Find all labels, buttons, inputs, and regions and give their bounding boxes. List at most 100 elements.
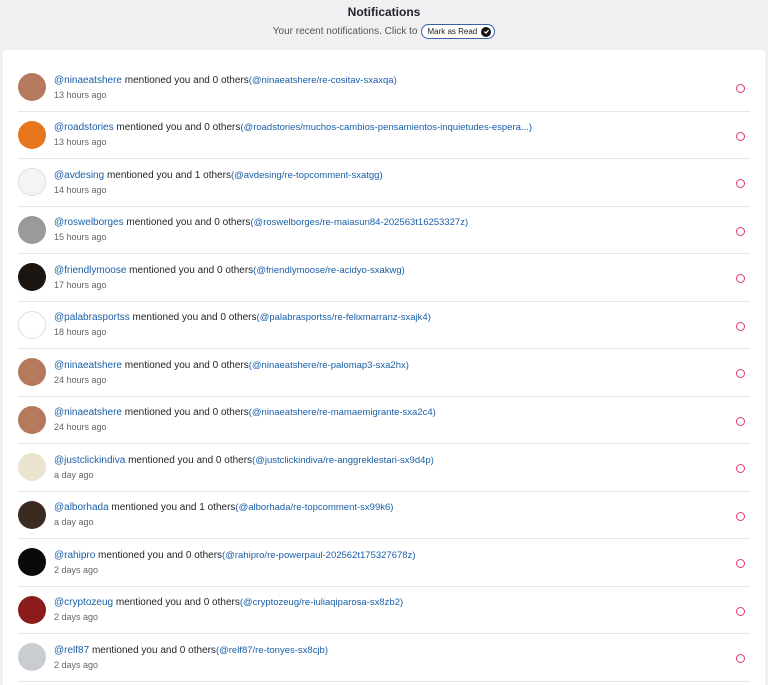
notifications-card: @ninaeatshere mentioned you and 0 others… (3, 50, 765, 685)
notification-post-link[interactable]: (@relf87/re-tonyes-sx8cjb) (216, 645, 328, 656)
notification-user-link[interactable]: @roadstories (54, 122, 114, 133)
notification-time: 2 days ago (54, 564, 99, 575)
notification-user-link[interactable]: @palabrasportss (54, 312, 130, 323)
notification-item[interactable]: @avdesing mentioned you and 1 others(@av… (18, 159, 750, 207)
mark-read-circle-icon[interactable] (736, 559, 745, 569)
notification-post-link[interactable]: (@justclickindiva/re-anggreklestari-sx9d… (252, 455, 434, 466)
mark-read-circle-icon[interactable] (736, 274, 745, 284)
notification-mention-text: mentioned you and 0 others (125, 454, 253, 466)
notification-text: @alborhada mentioned you and 1 others(@a… (54, 501, 393, 528)
notification-mention-text: mentioned you and 0 others (121, 407, 249, 419)
mark-read-circle-icon[interactable] (736, 464, 745, 474)
avatar[interactable] (18, 358, 46, 387)
notification-item[interactable]: @friendlymoose mentioned you and 0 other… (18, 254, 750, 302)
notification-mention-text: mentioned you and 0 others (121, 359, 249, 371)
mark-read-circle-icon[interactable] (736, 179, 745, 189)
page-header: Notifications Your recent notifications.… (0, 0, 768, 50)
avatar[interactable] (18, 168, 46, 197)
notification-text: @rahipro mentioned you and 0 others(@rah… (54, 549, 415, 576)
notification-user-link[interactable]: @alborhada (54, 502, 109, 513)
notification-item[interactable]: @relf87 mentioned you and 0 others(@relf… (18, 634, 750, 682)
mark-read-circle-icon[interactable] (736, 654, 745, 664)
notification-text: @roadstories mentioned you and 0 others(… (54, 121, 532, 148)
notification-time: 24 hours ago (54, 374, 107, 385)
notification-item[interactable]: @ninaeatshere mentioned you and 0 others… (18, 397, 750, 444)
mark-read-circle-icon[interactable] (736, 511, 745, 521)
avatar[interactable] (18, 595, 46, 624)
notification-message: @alborhada mentioned you and 1 others(@a… (54, 501, 393, 514)
notification-post-link[interactable]: (@alborhada/re-topcomment-sx99k6) (235, 502, 393, 513)
notification-message: @relf87 mentioned you and 0 others(@relf… (54, 644, 328, 657)
notification-user-link[interactable]: @friendlymoose (54, 265, 126, 276)
notification-user-link[interactable]: @cryptozeug (54, 597, 113, 608)
notification-message: @roadstories mentioned you and 0 others(… (54, 121, 532, 134)
notification-item[interactable]: @ninaeatshere mentioned you and 0 others… (18, 349, 750, 397)
notification-item[interactable]: @justclickindiva mentioned you and 0 oth… (18, 444, 750, 492)
notification-message: @avdesing mentioned you and 1 others(@av… (54, 169, 383, 182)
notification-item[interactable]: @palabrasportss mentioned you and 0 othe… (18, 302, 750, 349)
notification-user-link[interactable]: @roswelborges (54, 217, 124, 228)
notification-mention-text: mentioned you and 0 others (126, 264, 254, 276)
notification-mention-text: mentioned you and 1 others (104, 169, 231, 181)
notification-post-link[interactable]: (@friendlymoose/re-acidyo-sxakwg) (253, 265, 405, 276)
page-title: Notifications (347, 5, 421, 19)
notification-item[interactable]: @rahipro mentioned you and 0 others(@rah… (18, 539, 750, 587)
notification-mention-text: mentioned you and 1 others (108, 502, 236, 514)
notification-text: @cryptozeug mentioned you and 0 others(@… (54, 596, 403, 623)
notification-message: @ninaeatshere mentioned you and 0 others… (54, 406, 436, 419)
notification-user-link[interactable]: @ninaeatshere (54, 407, 122, 418)
notification-post-link[interactable]: (@palabrasportss/re-felixmarranz-sxajk4) (257, 312, 431, 323)
notification-item[interactable]: @roswelborges mentioned you and 0 others… (18, 207, 750, 254)
avatar[interactable] (18, 263, 46, 292)
avatar[interactable] (18, 120, 46, 149)
notification-time: a day ago (54, 517, 94, 528)
avatar[interactable] (18, 73, 46, 102)
notification-post-link[interactable]: (@cryptozeug/re-iuliaqiparosa-sx8zb2) (240, 597, 403, 608)
mark-read-circle-icon[interactable] (736, 84, 745, 94)
avatar[interactable] (18, 215, 46, 244)
mark-read-circle-icon[interactable] (736, 369, 745, 379)
notification-post-link[interactable]: (@rahipro/re-powerpaul-202562t175327678z… (222, 550, 415, 561)
notification-user-link[interactable]: @ninaeatshere (54, 75, 122, 86)
notification-text: @avdesing mentioned you and 1 others(@av… (54, 169, 383, 196)
notification-user-link[interactable]: @avdesing (54, 170, 104, 181)
notification-time: 13 hours ago (54, 89, 107, 100)
notification-user-link[interactable]: @rahipro (54, 550, 95, 561)
notification-text: @relf87 mentioned you and 0 others(@relf… (54, 644, 328, 671)
notification-user-link[interactable]: @justclickindiva (54, 455, 125, 466)
avatar[interactable] (18, 310, 46, 339)
notification-text: @ninaeatshere mentioned you and 0 others… (54, 74, 397, 101)
notification-item[interactable]: @cryptozeug mentioned you and 0 others(@… (18, 587, 750, 634)
avatar[interactable] (18, 500, 46, 529)
notification-user-link[interactable]: @relf87 (54, 645, 89, 656)
mark-read-circle-icon[interactable] (736, 321, 745, 331)
notification-item[interactable]: @alborhada mentioned you and 1 others(@a… (18, 492, 750, 539)
notification-text: @justclickindiva mentioned you and 0 oth… (54, 454, 434, 481)
mark-read-circle-icon[interactable] (736, 416, 745, 426)
mark-read-circle-icon[interactable] (736, 131, 745, 141)
notification-post-link[interactable]: (@avdesing/re-topcomment-sxatgg) (231, 170, 383, 181)
notification-time: 24 hours ago (54, 422, 107, 433)
notification-mention-text: mentioned you and 0 others (129, 312, 257, 324)
notification-post-link[interactable]: (@ninaeatshere/re-mamaemigrante-sxa2c4) (249, 407, 436, 418)
notification-message: @justclickindiva mentioned you and 0 oth… (54, 454, 434, 467)
notification-time: a day ago (54, 469, 94, 480)
notification-message: @roswelborges mentioned you and 0 others… (54, 216, 468, 229)
notification-item[interactable]: @roadstories mentioned you and 0 others(… (18, 112, 750, 159)
avatar[interactable] (18, 548, 46, 577)
notification-post-link[interactable]: (@roswelborges/re-maiasun84-202563t16253… (250, 217, 468, 228)
notification-user-link[interactable]: @ninaeatshere (54, 360, 122, 371)
mark-read-circle-icon[interactable] (736, 606, 745, 616)
notification-time: 18 hours ago (54, 327, 107, 338)
mark-as-read-button[interactable]: Mark as Read (421, 24, 496, 39)
notification-post-link[interactable]: (@ninaeatshere/re-cositav-sxaxqa) (249, 75, 397, 86)
avatar[interactable] (18, 643, 46, 672)
notification-message: @ninaeatshere mentioned you and 0 others… (54, 74, 397, 87)
avatar[interactable] (18, 405, 46, 434)
notification-post-link[interactable]: (@ninaeatshere/re-palomap3-sxa2hx) (249, 360, 409, 371)
notification-mention-text: mentioned you and 0 others (123, 217, 251, 229)
mark-read-circle-icon[interactable] (736, 226, 745, 236)
notification-item[interactable]: @ninaeatshere mentioned you and 0 others… (18, 64, 750, 112)
avatar[interactable] (18, 453, 46, 482)
notification-post-link[interactable]: (@roadstories/muchos-cambios-pensamiento… (240, 122, 532, 133)
